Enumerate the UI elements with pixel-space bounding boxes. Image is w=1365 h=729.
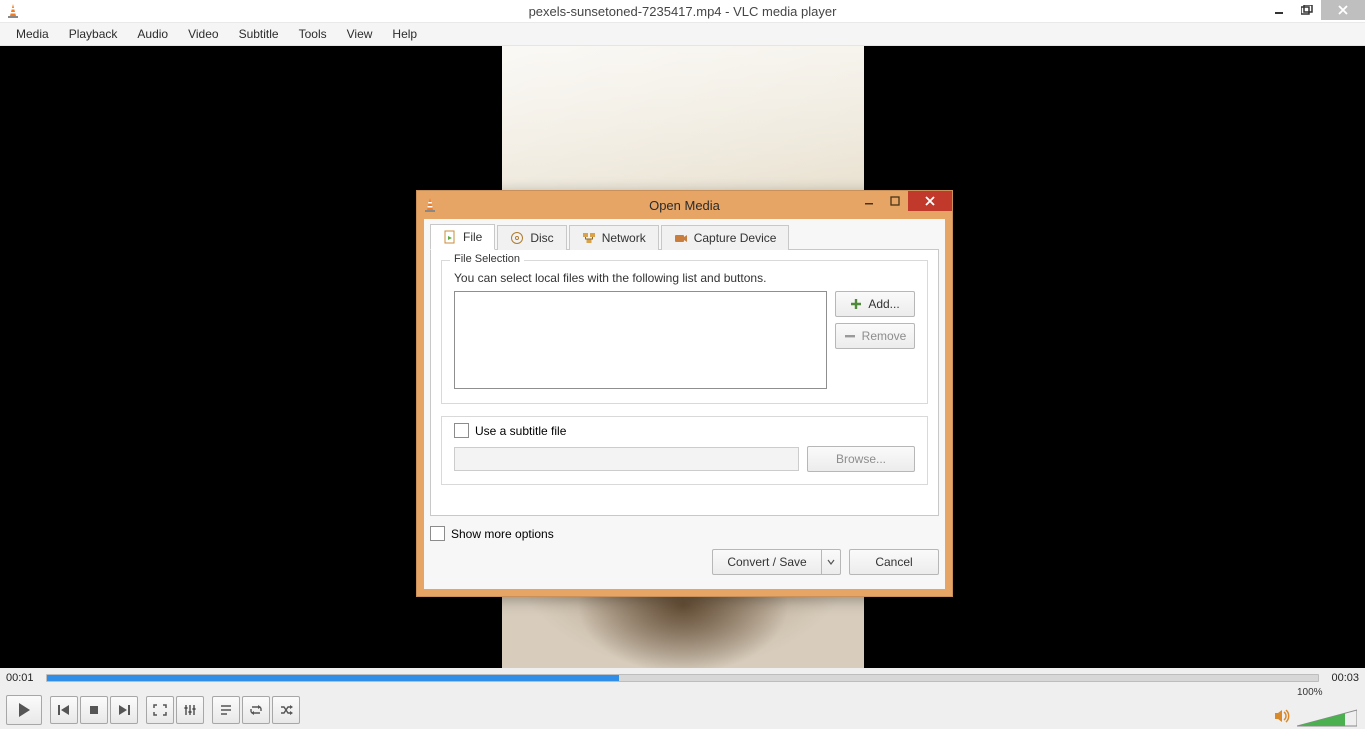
capture-icon [674, 231, 688, 245]
dialog-tabs: File Disc Network Capture Device [430, 223, 939, 250]
use-subtitle-label: Use a subtitle file [475, 424, 566, 438]
maximize-button[interactable] [1293, 0, 1321, 20]
menu-subtitle[interactable]: Subtitle [229, 25, 289, 43]
tab-file[interactable]: File [430, 224, 495, 250]
dialog-minimize-button[interactable] [856, 191, 882, 211]
volume-percent: 100% [1297, 687, 1357, 698]
speaker-icon[interactable] [1273, 708, 1291, 724]
shuffle-icon [279, 704, 293, 716]
menu-video[interactable]: Video [178, 25, 228, 43]
show-more-options-checkbox[interactable] [430, 526, 445, 541]
dialog-maximize-button[interactable] [882, 191, 908, 211]
volume-slider[interactable] [1297, 708, 1357, 728]
subtitle-fieldset: Use a subtitle file Browse... [441, 416, 928, 485]
playlist-button[interactable] [212, 696, 240, 724]
remove-button[interactable]: Remove [835, 323, 915, 349]
cancel-button[interactable]: Cancel [849, 549, 939, 575]
menu-tools[interactable]: Tools [289, 25, 337, 43]
menu-audio[interactable]: Audio [127, 25, 178, 43]
video-area: Open Media File Disc [0, 46, 1365, 668]
add-button-label: Add... [868, 297, 899, 311]
convert-save-label: Convert / Save [727, 555, 806, 569]
file-selection-fieldset: File Selection You can select local file… [441, 260, 928, 404]
loop-icon [249, 704, 263, 716]
chevron-down-icon [827, 558, 835, 566]
dialog-close-button[interactable] [908, 191, 952, 211]
file-icon [443, 230, 457, 244]
window-buttons [1265, 0, 1365, 20]
fullscreen-icon [153, 704, 167, 716]
open-media-dialog: Open Media File Disc [416, 190, 953, 597]
play-button[interactable] [6, 695, 42, 725]
file-listbox[interactable] [454, 291, 827, 389]
browse-button-label: Browse... [836, 452, 886, 466]
seek-row: 00:01 00:03 [0, 668, 1365, 688]
tab-capture[interactable]: Capture Device [661, 225, 790, 250]
tab-network-label: Network [602, 231, 646, 245]
add-button[interactable]: Add... [835, 291, 915, 317]
file-selection-hint: You can select local files with the foll… [454, 271, 915, 285]
equalizer-icon [183, 704, 197, 716]
loop-button[interactable] [242, 696, 270, 724]
skip-previous-icon [57, 704, 71, 716]
tab-file-label: File [463, 230, 482, 244]
minus-icon [844, 330, 856, 342]
time-current[interactable]: 00:01 [6, 672, 40, 684]
window-title: pexels-sunsetoned-7235417.mp4 - VLC medi… [0, 4, 1365, 19]
player-controls: 100% [0, 688, 1365, 729]
extended-settings-button[interactable] [176, 696, 204, 724]
play-icon [17, 702, 31, 718]
close-button[interactable] [1321, 0, 1365, 20]
plus-icon [850, 298, 862, 310]
network-icon [582, 231, 596, 245]
fullscreen-button[interactable] [146, 696, 174, 724]
dialog-titlebar[interactable]: Open Media [417, 191, 952, 219]
use-subtitle-checkbox[interactable] [454, 423, 469, 438]
menubar: Media Playback Audio Video Subtitle Tool… [0, 23, 1365, 46]
file-selection-legend: File Selection [450, 253, 524, 265]
cancel-button-label: Cancel [875, 555, 912, 569]
time-total[interactable]: 00:03 [1325, 672, 1359, 684]
seek-slider[interactable] [46, 674, 1319, 682]
playlist-icon [219, 704, 233, 716]
tab-file-pane: File Selection You can select local file… [430, 250, 939, 516]
next-button[interactable] [110, 696, 138, 724]
menu-view[interactable]: View [337, 25, 383, 43]
convert-save-button[interactable]: Convert / Save [712, 549, 822, 575]
menu-help[interactable]: Help [382, 25, 427, 43]
main-titlebar: pexels-sunsetoned-7235417.mp4 - VLC medi… [0, 0, 1365, 23]
shuffle-button[interactable] [272, 696, 300, 724]
disc-icon [510, 231, 524, 245]
convert-save-splitbutton[interactable]: Convert / Save [712, 549, 841, 575]
browse-button[interactable]: Browse... [807, 446, 915, 472]
subtitle-path-input[interactable] [454, 447, 799, 471]
remove-button-label: Remove [862, 329, 907, 343]
volume-control: 100% [1273, 687, 1357, 728]
show-more-options-label: Show more options [451, 527, 554, 541]
vlc-cone-icon [6, 3, 20, 19]
stop-icon [88, 704, 100, 716]
menu-playback[interactable]: Playback [59, 25, 128, 43]
menu-media[interactable]: Media [6, 25, 59, 43]
tab-disc[interactable]: Disc [497, 225, 566, 250]
tab-disc-label: Disc [530, 231, 553, 245]
tab-network[interactable]: Network [569, 225, 659, 250]
stop-button[interactable] [80, 696, 108, 724]
prev-button[interactable] [50, 696, 78, 724]
skip-next-icon [117, 704, 131, 716]
minimize-button[interactable] [1265, 0, 1293, 20]
convert-save-dropdown[interactable] [822, 549, 841, 575]
tab-capture-label: Capture Device [694, 231, 777, 245]
